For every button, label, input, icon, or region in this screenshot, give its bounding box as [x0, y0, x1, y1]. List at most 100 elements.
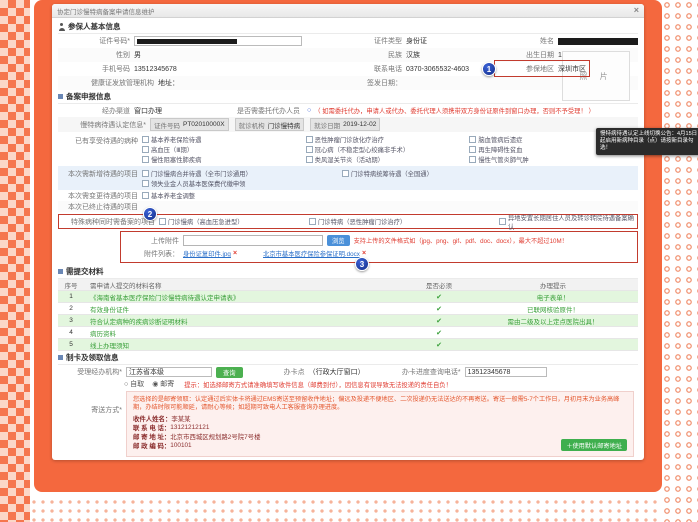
add-label: 本次需新增待遇的项目	[58, 168, 142, 179]
checkbox-item[interactable]: 门诊特病统筹待遇（全国通）	[342, 168, 433, 178]
progress-phone-value: 13512345678	[468, 369, 511, 376]
material-name: 符合认定病种的疾病诊断证明材料	[84, 316, 410, 326]
material-tip: 电子表单！	[468, 292, 638, 302]
row-number: 1	[58, 293, 84, 300]
section-icon	[58, 94, 63, 99]
orange-frame: 协定门诊慢特病备案申请信息维护 × 参保人基本信息 照 片 证件号码* 证件类型…	[34, 0, 662, 492]
progress-phone-input[interactable]: 13512345678	[465, 367, 547, 377]
checkbox-label: 基本养老金调整	[151, 191, 195, 200]
section-basic-header: 参保人基本信息	[58, 20, 638, 34]
phone-label: 手机号码	[58, 64, 134, 74]
checkbox-icon	[309, 218, 316, 225]
checkbox-icon	[159, 218, 166, 225]
receiver-value: 13121212121	[170, 424, 209, 431]
gender-label: 性别	[58, 50, 134, 60]
delete-attachment-icon[interactable]: ×	[233, 250, 237, 257]
remark-input[interactable]	[126, 460, 634, 461]
checkbox-icon	[306, 156, 313, 163]
delete-attachment-icon[interactable]: ×	[362, 250, 366, 257]
material-tip: 需由二级及以上定点医院出具！	[468, 316, 638, 326]
checkbox-label: 门诊特病统筹待遇（全国通）	[351, 169, 433, 178]
cert-field: 就诊机构门诊慢特病	[235, 118, 305, 131]
checkbox-label: 慢性阻塞性肺疾病	[151, 155, 201, 164]
issuing-org-value: 地址：	[158, 78, 310, 88]
upload-block: 3 上传附件 浏览 支持上传的文件格式如（jpg、png、gif、pdf、doc…	[120, 231, 638, 263]
section-materials-header: 需提交材料	[58, 265, 638, 279]
checkbox-label: 异地安置长期居住人员及转诊转院待遇备案确认	[508, 213, 637, 231]
table-row: 1《海南省基本医疗保险门诊慢特病待遇认定申请表》✔电子表单！	[58, 291, 638, 303]
row-number: 3	[58, 317, 84, 324]
cert-field-label: 证件号码	[154, 120, 180, 130]
tel-label: 联系电话	[310, 64, 406, 74]
cert-field: 就诊日期2019-12-02	[310, 118, 380, 131]
person-icon	[58, 23, 65, 31]
checkbox-label: 领失业金人员基本医保费代缴申领	[151, 179, 245, 188]
checkbox-item[interactable]: 恶性肿瘤门诊放化疗治疗	[306, 134, 470, 144]
material-name: 有效身份证件	[84, 304, 410, 314]
photo-placeholder: 照 片	[562, 51, 630, 101]
checkbox-icon	[306, 146, 313, 153]
checkbox-label: 冠心病（不稳定型心绞痛非手术）	[315, 145, 409, 154]
window-titlebar: 协定门诊慢特病备案申请信息维护 ×	[52, 4, 644, 18]
upload-file-input[interactable]	[183, 235, 323, 246]
checkbox-item[interactable]: 类风湿关节炎（活动期）	[306, 154, 470, 164]
delivery-info-panel: 您选择的是邮寄领取：认定通过后实体卡将通过EMS寄送至预留收件地址；偏远及投递不…	[126, 391, 634, 457]
id-number-label: 证件号码*	[58, 36, 134, 46]
section-declare-header: 备案申报信息	[58, 90, 638, 104]
checkbox-label: 慢性气管炎肺气肿	[478, 155, 528, 164]
checkbox-item[interactable]: 领失业金人员基本医保费代缴申领	[142, 178, 342, 188]
checkbox-item[interactable]: 门诊慢病（高血压急进型）	[159, 217, 309, 227]
agent-radio[interactable]: ○	[307, 107, 311, 114]
agent-note: （ 如需委托代办，申请人或代办、委托代理人须携带双方身份证原件到窗口办理，否则不…	[314, 106, 595, 115]
checkbox-item[interactable]: 门诊特病（恶性肿瘤门诊治疗）	[309, 217, 499, 227]
table-row: 5线上办理须知✔	[58, 339, 638, 351]
pickup-self-radio[interactable]: ○ 自取	[124, 379, 144, 389]
add-items-row: 本次需新增待遇的项目 门诊慢病合并待遇（全市门诊通用） 门诊特病统筹待遇（全国通）…	[58, 166, 638, 190]
use-default-address-button[interactable]: ＋使用默认邮寄地址	[561, 439, 627, 451]
section-materials-title: 需提交材料	[66, 266, 104, 277]
checkbox-item[interactable]: 高血压（Ⅲ期）	[142, 144, 306, 154]
cert-field-value: 门诊慢特病	[268, 120, 301, 130]
pickup-mail-radio[interactable]: ◉ 邮寄	[152, 379, 174, 389]
required-check-icon: ✔	[410, 317, 468, 325]
form-window: 协定门诊慢特病备案申请信息维护 × 参保人基本信息 照 片 证件号码* 证件类型…	[52, 4, 644, 460]
existing-diseases-row: 已有享受待遇的病种 基本养老保险待遇高血压（Ⅲ期）慢性阻塞性肺疾病 恶性肿瘤门诊放…	[58, 132, 638, 166]
close-icon[interactable]: ×	[634, 6, 639, 15]
material-name: 病历资料	[84, 328, 410, 338]
agency-input[interactable]: 江苏省本级	[126, 367, 212, 377]
checkbox-item[interactable]: 异地安置长期居住人员及转诊转院待遇备案确认	[499, 217, 637, 227]
id-number-input[interactable]	[134, 36, 302, 46]
checkbox-item[interactable]: 慢性气管炎肺气肿	[469, 154, 633, 164]
checkbox-item[interactable]: 慢性阻塞性肺疾病	[142, 154, 306, 164]
checkbox-item[interactable]: 基本养老金调整	[142, 190, 195, 200]
checkbox-icon	[142, 192, 149, 199]
cert-label: 慢特病待遇认定信息*	[58, 120, 150, 130]
required-check-icon: ✔	[410, 293, 468, 301]
stop-label: 本次已终止待遇的项目	[58, 202, 142, 212]
checkbox-label: 门诊特病（恶性肿瘤门诊治疗）	[318, 217, 406, 226]
material-tip: 已联网核验原件！	[468, 304, 638, 314]
attachment-link[interactable]: 北京市基本医疗保险参保证明.docx	[263, 249, 360, 258]
checkbox-icon	[342, 170, 349, 177]
channel-label: 经办渠道	[58, 106, 134, 116]
checkbox-label: 高血压（Ⅲ期）	[151, 145, 193, 154]
area-label: 参保地区	[498, 64, 558, 74]
add-checkbox-rows: 门诊慢病合并待遇（全市门诊通用） 门诊特病统筹待遇（全国通） 领失业金人员基本医保费…	[142, 168, 638, 188]
existing-label: 已有享受待遇的病种	[58, 134, 142, 146]
required-check-icon: ✔	[410, 329, 468, 337]
table-header-cell: 办理提示	[468, 280, 638, 290]
progress-phone-label: 办卡进度查询电话*	[375, 367, 465, 377]
checkbox-item[interactable]: 冠心病（不稳定型心绞痛非手术）	[306, 144, 470, 154]
checkbox-item[interactable]: 基本养老保险待遇	[142, 134, 306, 144]
checkbox-icon	[469, 146, 476, 153]
special-filing-row: 2 特殊病种同时需备案的项目 门诊慢病（高血压急进型）门诊特病（恶性肿瘤门诊治疗…	[58, 214, 638, 229]
query-button[interactable]: 查询	[216, 367, 243, 378]
table-row: 2有效身份证件✔已联网核验原件！	[58, 303, 638, 315]
browse-button[interactable]: 浏览	[327, 235, 350, 246]
checkbox-item[interactable]: 门诊慢病合并待遇（全市门诊通用）	[142, 168, 342, 178]
checkbox-label: 再生障碍性贫血	[478, 145, 522, 154]
receiver-lines: 收件人姓名：李某某联 系 电 话：13121212121邮 寄 地 址：北京市西…	[133, 414, 627, 450]
checkbox-label: 基本养老保险待遇	[151, 135, 201, 144]
attachment-link[interactable]: 身份证复印件.jpg	[183, 249, 231, 258]
checkbox-icon	[499, 218, 506, 225]
